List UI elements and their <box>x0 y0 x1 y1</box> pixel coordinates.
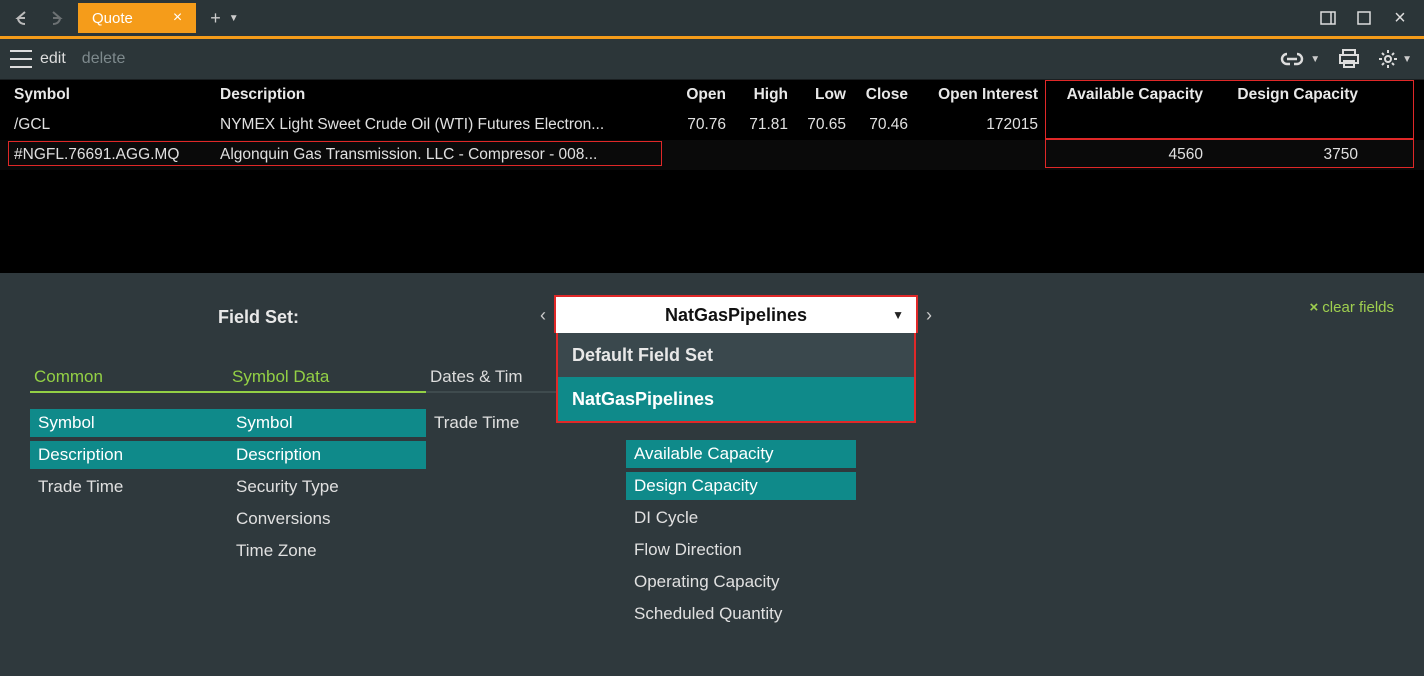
field-di-cycle[interactable]: DI Cycle <box>626 504 856 532</box>
field-security-type[interactable]: Security Type <box>228 473 426 501</box>
fieldset-selected: NatGasPipelines <box>665 305 807 326</box>
panel-toggle-icon[interactable] <box>1318 8 1338 28</box>
grid-header-row: Symbol Description Open High Low Close O… <box>0 80 1424 110</box>
fieldset-dropdown[interactable]: NatGasPipelines ▼ <box>556 297 916 333</box>
clear-fields-label: clear fields <box>1322 299 1394 316</box>
col-high[interactable]: High <box>732 86 794 104</box>
next-fieldset-button[interactable]: › <box>916 297 942 333</box>
field-flow-direction[interactable]: Flow Direction <box>626 536 856 564</box>
cell-symbol: /GCL <box>0 116 214 134</box>
close-window-icon[interactable]: × <box>1390 8 1410 28</box>
new-tab-menu-icon[interactable]: ▼ <box>229 13 239 24</box>
caret-down-icon: ▼ <box>1310 54 1320 65</box>
cell-high: 71.81 <box>732 116 794 134</box>
print-button[interactable] <box>1338 49 1360 69</box>
caret-down-icon: ▼ <box>1402 54 1412 65</box>
cell-description: Algonquin Gas Transmission. LLC - Compre… <box>214 146 662 164</box>
cell-open-interest: 172015 <box>914 116 1044 134</box>
cell-description: NYMEX Light Sweet Crude Oil (WTI) Future… <box>214 116 662 134</box>
field-trade-time[interactable]: Trade Time <box>30 473 228 501</box>
field-design-capacity[interactable]: Design Capacity <box>626 472 856 500</box>
fieldset-option-default[interactable]: Default Field Set <box>558 333 914 377</box>
field-conversions[interactable]: Conversions <box>228 505 426 533</box>
col-low[interactable]: Low <box>794 86 852 104</box>
menu-icon[interactable] <box>10 50 32 68</box>
field-description[interactable]: Description <box>228 441 426 469</box>
quote-grid: Symbol Description Open High Low Close O… <box>0 79 1424 273</box>
col-symbol[interactable]: Symbol <box>0 86 214 104</box>
maximize-icon[interactable] <box>1354 8 1374 28</box>
titlebar: Quote × + ▼ × <box>0 0 1424 36</box>
col-design-capacity[interactable]: Design Capacity <box>1209 86 1364 104</box>
delete-button[interactable]: delete <box>82 50 126 68</box>
forward-arrow-icon[interactable] <box>44 7 66 29</box>
field-scheduled-quantity[interactable]: Scheduled Quantity <box>626 600 856 628</box>
table-row[interactable]: /GCL NYMEX Light Sweet Crude Oil (WTI) F… <box>0 110 1424 140</box>
cell-close: 70.46 <box>852 116 914 134</box>
col-close[interactable]: Close <box>852 86 914 104</box>
cell-low: 70.65 <box>794 116 852 134</box>
clear-fields-button[interactable]: × clear fields <box>1310 299 1394 316</box>
back-arrow-icon[interactable] <box>12 7 34 29</box>
col-available-capacity[interactable]: Available Capacity <box>1044 86 1209 104</box>
edit-button[interactable]: edit <box>40 50 66 68</box>
cell-symbol: #NGFL.76691.AGG.MQ <box>0 146 214 164</box>
cell-available-capacity: 4560 <box>1044 146 1209 164</box>
new-tab-icon[interactable]: + <box>210 8 221 29</box>
fieldset-option-natgas[interactable]: NatGasPipelines <box>558 377 914 421</box>
fieldset-dropdown-menu: Default Field Set NatGasPipelines <box>556 333 916 423</box>
toolbar: edit delete ▼ ▼ <box>0 39 1424 79</box>
col-open[interactable]: Open <box>662 86 732 104</box>
close-icon: × <box>1310 299 1319 316</box>
close-tab-icon[interactable]: × <box>173 9 182 27</box>
field-symbol[interactable]: Symbol <box>228 409 426 437</box>
field-description[interactable]: Description <box>30 441 228 469</box>
field-time-zone[interactable]: Time Zone <box>228 537 426 565</box>
field-available-capacity[interactable]: Available Capacity <box>626 440 856 468</box>
table-row[interactable]: #NGFL.76691.AGG.MQ Algonquin Gas Transmi… <box>0 140 1424 170</box>
col-description[interactable]: Description <box>214 86 662 104</box>
cell-open: 70.76 <box>662 116 732 134</box>
field-set-panel: Field Set: ‹ NatGasPipelines ▼ › Default… <box>0 273 1424 676</box>
prev-fieldset-button[interactable]: ‹ <box>530 297 556 333</box>
col-open-interest[interactable]: Open Interest <box>914 86 1044 104</box>
column-header-common[interactable]: Common <box>30 365 228 393</box>
field-operating-capacity[interactable]: Operating Capacity <box>626 568 856 596</box>
link-button[interactable]: ▼ <box>1278 51 1320 67</box>
field-set-label: Field Set: <box>218 307 299 328</box>
tab-quote[interactable]: Quote × <box>78 3 196 33</box>
caret-down-icon: ▼ <box>892 308 904 322</box>
column-header-symbol-data[interactable]: Symbol Data <box>228 365 426 393</box>
field-symbol[interactable]: Symbol <box>30 409 228 437</box>
tab-label: Quote <box>92 10 133 27</box>
settings-button[interactable]: ▼ <box>1378 49 1412 69</box>
cell-design-capacity: 3750 <box>1209 146 1364 164</box>
